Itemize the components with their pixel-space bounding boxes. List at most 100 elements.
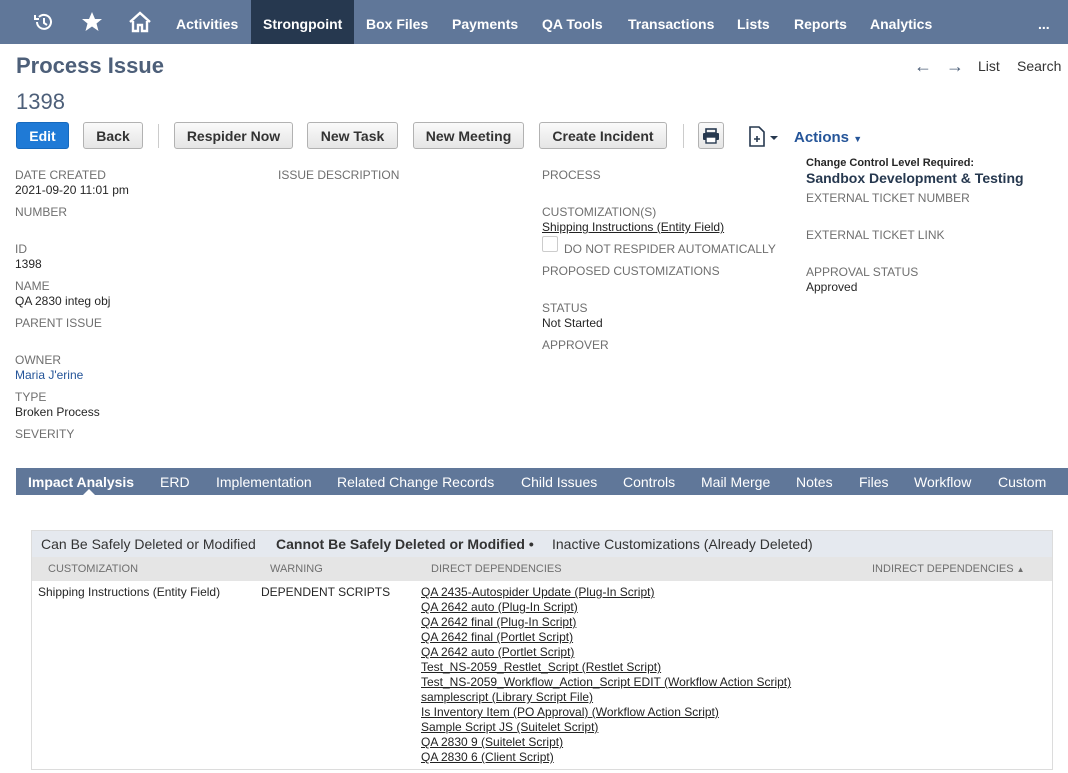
tab-can-be-deleted[interactable]: Can Be Safely Deleted or Modified — [41, 531, 256, 557]
dependency-link[interactable]: QA 2642 auto (Portlet Script) — [421, 645, 574, 659]
actions-menu[interactable]: Actions ▼ — [794, 129, 862, 146]
dependency-link[interactable]: QA 2642 final (Plug-In Script) — [421, 615, 576, 629]
tab-controls[interactable]: Controls — [623, 468, 675, 495]
tab-files[interactable]: Files — [859, 468, 889, 495]
tab-child-issues[interactable]: Child Issues — [521, 468, 597, 495]
number-label: NUMBER — [15, 205, 68, 219]
nav-more[interactable]: ... — [1038, 0, 1050, 44]
nav-lists[interactable]: Lists — [737, 0, 770, 44]
nav-box-files[interactable]: Box Files — [366, 0, 428, 44]
tab-cannot-be-deleted-label: Cannot Be Safely Deleted or Modified — [276, 536, 525, 552]
change-control-value: Sandbox Development & Testing — [806, 170, 1024, 186]
nav-reports[interactable]: Reports — [794, 0, 847, 44]
column-direct-dependencies[interactable]: DIRECT DEPENDENCIES — [431, 557, 562, 581]
id-label: ID — [15, 242, 27, 256]
new-document-icon[interactable] — [746, 126, 780, 151]
dependency-link[interactable]: QA 2830 9 (Suitelet Script) — [421, 735, 563, 749]
row-customization: Shipping Instructions (Entity Field) — [38, 585, 221, 599]
dependency-link[interactable]: QA 2435-Autospider Update (Plug-In Scrip… — [421, 585, 654, 599]
issue-description-label: ISSUE DESCRIPTION — [278, 168, 400, 182]
print-icon — [703, 127, 719, 144]
tab-custom[interactable]: Custom — [998, 468, 1046, 495]
external-ticket-number-label: EXTERNAL TICKET NUMBER — [806, 191, 970, 205]
owner-link[interactable]: Maria J'erine — [15, 368, 83, 382]
name-value: QA 2830 integ obj — [15, 294, 111, 308]
nav-activities[interactable]: Activities — [176, 0, 238, 44]
record-number: 1398 — [16, 89, 65, 114]
status-value: Not Started — [542, 316, 603, 330]
impact-subtabs: Can Be Safely Deleted or Modified Cannot… — [32, 531, 1052, 557]
chevron-down-icon: ▼ — [853, 134, 863, 144]
column-indirect-dependencies-label: INDIRECT DEPENDENCIES — [872, 563, 1014, 575]
external-ticket-link-label: EXTERNAL TICKET LINK — [806, 228, 945, 242]
toolbar-divider — [683, 124, 684, 148]
top-navigation: Activities Strongpoint Box Files Payment… — [0, 0, 1068, 44]
dependency-link[interactable]: Is Inventory Item (PO Approval) (Workflo… — [421, 705, 719, 719]
active-tab-caret — [82, 489, 96, 496]
dependency-link[interactable]: Sample Script JS (Suitelet Script) — [421, 720, 598, 734]
previous-record-icon[interactable]: ← — [914, 56, 932, 77]
customizations-label: CUSTOMIZATION(S) — [542, 205, 657, 219]
tab-related-change-records[interactable]: Related Change Records — [337, 468, 494, 495]
nav-payments[interactable]: Payments — [452, 0, 518, 44]
approval-status-label: APPROVAL STATUS — [806, 265, 919, 279]
dependency-link[interactable]: Test_NS-2059_Workflow_Action_Script EDIT… — [421, 675, 791, 689]
dependency-link[interactable]: QA 2830 6 (Client Script) — [421, 750, 554, 764]
tab-inactive-customizations[interactable]: Inactive Customizations (Already Deleted… — [552, 531, 813, 557]
next-record-icon[interactable]: → — [946, 56, 964, 77]
tab-workflow[interactable]: Workflow — [914, 468, 971, 495]
list-link[interactable]: List — [978, 58, 1000, 74]
edit-button[interactable]: Edit — [16, 122, 69, 149]
star-icon[interactable] — [70, 0, 114, 44]
name-label: NAME — [15, 279, 50, 293]
dependency-link[interactable]: QA 2642 final (Portlet Script) — [421, 630, 573, 644]
no-respider-checkbox[interactable] — [542, 236, 558, 252]
approval-status-value: Approved — [806, 280, 858, 294]
tab-mail-merge[interactable]: Mail Merge — [701, 468, 770, 495]
toolbar-divider — [158, 124, 159, 148]
tab-notes[interactable]: Notes — [796, 468, 833, 495]
approver-label: APPROVER — [542, 338, 609, 352]
actions-label: Actions — [794, 129, 850, 146]
column-warning[interactable]: WARNING — [270, 557, 323, 581]
create-incident-button[interactable]: Create Incident — [539, 122, 667, 149]
status-label: STATUS — [542, 301, 588, 315]
dependency-link[interactable]: QA 2642 auto (Plug-In Script) — [421, 600, 578, 614]
process-label: PROCESS — [542, 168, 601, 182]
bullet-icon: • — [528, 536, 534, 552]
history-icon[interactable] — [22, 0, 66, 44]
dependency-link[interactable]: Test_NS-2059_Restlet_Script (Restlet Scr… — [421, 660, 661, 674]
no-respider-label: DO NOT RESPIDER AUTOMATICALLY — [564, 242, 776, 256]
table-header: CUSTOMIZATION WARNING DIRECT DEPENDENCIE… — [32, 557, 1052, 581]
customization-link[interactable]: Shipping Instructions (Entity Field) — [542, 220, 724, 234]
new-task-button[interactable]: New Task — [307, 122, 398, 149]
tab-erd[interactable]: ERD — [160, 468, 190, 495]
owner-label: OWNER — [15, 353, 61, 367]
home-icon[interactable] — [118, 0, 162, 44]
change-control-label: Change Control Level Required: — [806, 157, 975, 169]
id-value: 1398 — [15, 257, 42, 271]
nav-qa-tools[interactable]: QA Tools — [542, 0, 603, 44]
print-button[interactable] — [698, 122, 724, 149]
column-indirect-dependencies[interactable]: INDIRECT DEPENDENCIES ▲ — [872, 557, 1025, 582]
tab-implementation[interactable]: Implementation — [216, 468, 312, 495]
subtab-bar: Impact Analysis ERD Implementation Relat… — [16, 468, 1068, 496]
dependency-link[interactable]: samplescript (Library Script File) — [421, 690, 593, 704]
proposed-customizations-label: PROPOSED CUSTOMIZATIONS — [542, 264, 720, 278]
search-link[interactable]: Search — [1017, 58, 1061, 74]
nav-analytics[interactable]: Analytics — [870, 0, 932, 44]
column-customization[interactable]: CUSTOMIZATION — [48, 557, 138, 581]
respider-now-button[interactable]: Respider Now — [174, 122, 293, 149]
page-title: Process Issue — [16, 53, 164, 78]
date-created-value: 2021-09-20 11:01 pm — [15, 183, 129, 197]
type-label: TYPE — [15, 390, 47, 404]
back-button[interactable]: Back — [83, 122, 143, 149]
date-created-label: DATE CREATED — [15, 168, 106, 182]
row-warning: DEPENDENT SCRIPTS — [261, 585, 391, 599]
nav-transactions[interactable]: Transactions — [628, 0, 714, 44]
nav-strongpoint[interactable]: Strongpoint — [251, 0, 354, 44]
new-meeting-button[interactable]: New Meeting — [413, 122, 524, 149]
parent-issue-label: PARENT ISSUE — [15, 316, 102, 330]
tab-cannot-be-deleted[interactable]: Cannot Be Safely Deleted or Modified • — [276, 531, 534, 557]
sort-ascending-icon: ▲ — [1016, 565, 1025, 574]
